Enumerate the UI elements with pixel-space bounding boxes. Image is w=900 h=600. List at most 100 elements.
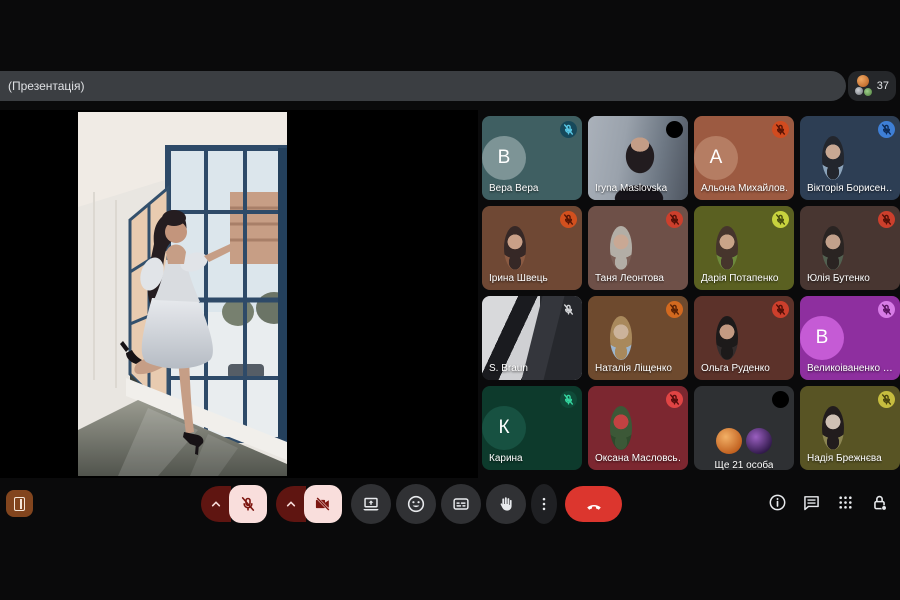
avatar-photo xyxy=(716,316,738,360)
participant-tile[interactable]: Юлія Бутенко xyxy=(800,206,900,290)
participants-count: 37 xyxy=(876,80,889,92)
participant-tile[interactable]: S. Braun xyxy=(482,296,582,380)
participant-tile[interactable]: К Карина xyxy=(482,386,582,470)
camera-off-icon xyxy=(315,497,330,511)
chevron-up-icon xyxy=(286,501,296,507)
participant-name: Великоіваненко … xyxy=(807,363,893,374)
overflow-avatar xyxy=(844,235,870,261)
mic-muted-icon xyxy=(772,211,789,228)
participant-tile[interactable]: Ще 21 особа xyxy=(694,386,794,470)
raise-hand-button[interactable] xyxy=(486,484,526,524)
camera-expand-button[interactable] xyxy=(276,486,306,522)
mic-muted-icon xyxy=(666,121,683,138)
avatar-initial xyxy=(800,226,822,270)
overflow-avatars xyxy=(632,415,688,441)
participant-avatar xyxy=(855,87,863,95)
mic-muted-icon xyxy=(878,301,895,318)
avatar-photo xyxy=(822,136,844,180)
overflow-avatar xyxy=(526,145,552,171)
mic-expand-button[interactable] xyxy=(201,486,231,522)
mic-muted-icon xyxy=(560,391,577,408)
meeting-app-button[interactable] xyxy=(6,490,33,517)
phone-down-icon xyxy=(586,504,601,510)
participant-tile[interactable]: А Альона Михайлов… xyxy=(694,116,794,200)
info-icon xyxy=(769,494,786,511)
avatar-initial: К xyxy=(482,406,526,450)
avatar-initial xyxy=(800,406,822,450)
participant-tile[interactable]: Наталія Ліщенко xyxy=(588,296,688,380)
present-screen-icon xyxy=(363,497,379,511)
overflow-avatar xyxy=(662,325,688,351)
participant-avatars-cluster xyxy=(855,74,873,98)
participant-tile[interactable]: Ольга Руденко xyxy=(694,296,794,380)
mic-muted-icon xyxy=(878,211,895,228)
overflow-avatar xyxy=(874,415,900,441)
door-icon xyxy=(14,496,25,511)
overflow-avatar xyxy=(556,145,582,171)
chat-icon xyxy=(804,496,819,511)
participant-tile[interactable]: Ірина Швець xyxy=(482,206,582,290)
overflow-avatars xyxy=(526,145,582,171)
presentation-stage[interactable] xyxy=(0,110,478,478)
overflow-avatar xyxy=(844,415,870,441)
avatar-photo xyxy=(610,316,632,360)
participant-tile[interactable]: В Великоіваненко … xyxy=(800,296,900,380)
host-controls-button[interactable] xyxy=(869,492,890,513)
participant-name: Вікторія Борисен… xyxy=(807,183,893,194)
meeting-details-button[interactable] xyxy=(767,492,788,513)
participant-name: Надія Брежнєва xyxy=(807,453,882,464)
mic-muted-icon xyxy=(772,391,789,408)
participant-name: Дарія Потапенко xyxy=(701,273,779,284)
chat-button[interactable] xyxy=(801,492,822,513)
overflow-avatar xyxy=(632,415,658,441)
call-controls xyxy=(201,484,622,524)
activities-button[interactable] xyxy=(835,492,856,513)
participant-name: Таня Леонтова xyxy=(595,273,664,284)
participant-tile[interactable]: Оксана Масловсь… xyxy=(588,386,688,470)
overflow-avatars xyxy=(844,145,900,171)
reactions-button[interactable] xyxy=(396,484,436,524)
overflow-avatar xyxy=(556,235,582,261)
avatar-photo xyxy=(822,226,844,270)
more-options-button[interactable] xyxy=(531,484,557,524)
participant-tile[interactable]: Вікторія Борисен… xyxy=(800,116,900,200)
participant-tile[interactable]: Дарія Потапенко xyxy=(694,206,794,290)
participants-grid: В Вера Вера Iryna Maslovska А Альона Мих… xyxy=(482,116,900,470)
overflow-avatar xyxy=(844,145,870,171)
end-call-button[interactable] xyxy=(565,486,622,522)
participants-count-pill[interactable]: 37 xyxy=(848,71,896,101)
mic-off-icon xyxy=(241,497,255,511)
chevron-up-icon xyxy=(211,501,221,507)
overflow-avatar xyxy=(738,145,764,171)
overflow-avatar xyxy=(738,325,764,351)
participant-name: Оксана Масловсь… xyxy=(595,453,681,464)
participant-name: Наталія Ліщенко xyxy=(595,363,672,374)
smiley-icon xyxy=(407,495,425,513)
camera-toggle-button[interactable] xyxy=(304,485,342,523)
participant-name: S. Braun xyxy=(489,363,528,374)
captions-button[interactable] xyxy=(441,484,481,524)
overflow-avatar xyxy=(526,235,552,261)
mic-toggle-button[interactable] xyxy=(229,485,267,523)
overflow-avatars xyxy=(632,325,688,351)
overflow-avatar xyxy=(556,415,582,441)
avatar-initial xyxy=(482,226,504,270)
overflow-avatar xyxy=(844,325,870,351)
shared-video-content xyxy=(78,112,287,476)
participant-tile[interactable]: В Вера Вера xyxy=(482,116,582,200)
participant-name: Карина xyxy=(489,453,523,464)
participant-tile[interactable]: Таня Леонтова xyxy=(588,206,688,290)
mic-muted-icon xyxy=(563,304,574,315)
mic-muted-icon xyxy=(560,121,577,138)
overflow-avatar xyxy=(768,325,794,351)
avatar-initial xyxy=(722,386,766,422)
present-screen-button[interactable] xyxy=(351,484,391,524)
overflow-avatars xyxy=(526,415,582,441)
overflow-avatars xyxy=(844,415,900,441)
overflow-avatar xyxy=(662,235,688,261)
avatar-photo xyxy=(610,226,632,270)
overflow-avatar xyxy=(768,235,794,261)
participant-tile[interactable]: Iryna Maslovska xyxy=(588,116,688,200)
participant-tile[interactable]: Надія Брежнєва xyxy=(800,386,900,470)
overflow-avatars xyxy=(738,235,794,261)
